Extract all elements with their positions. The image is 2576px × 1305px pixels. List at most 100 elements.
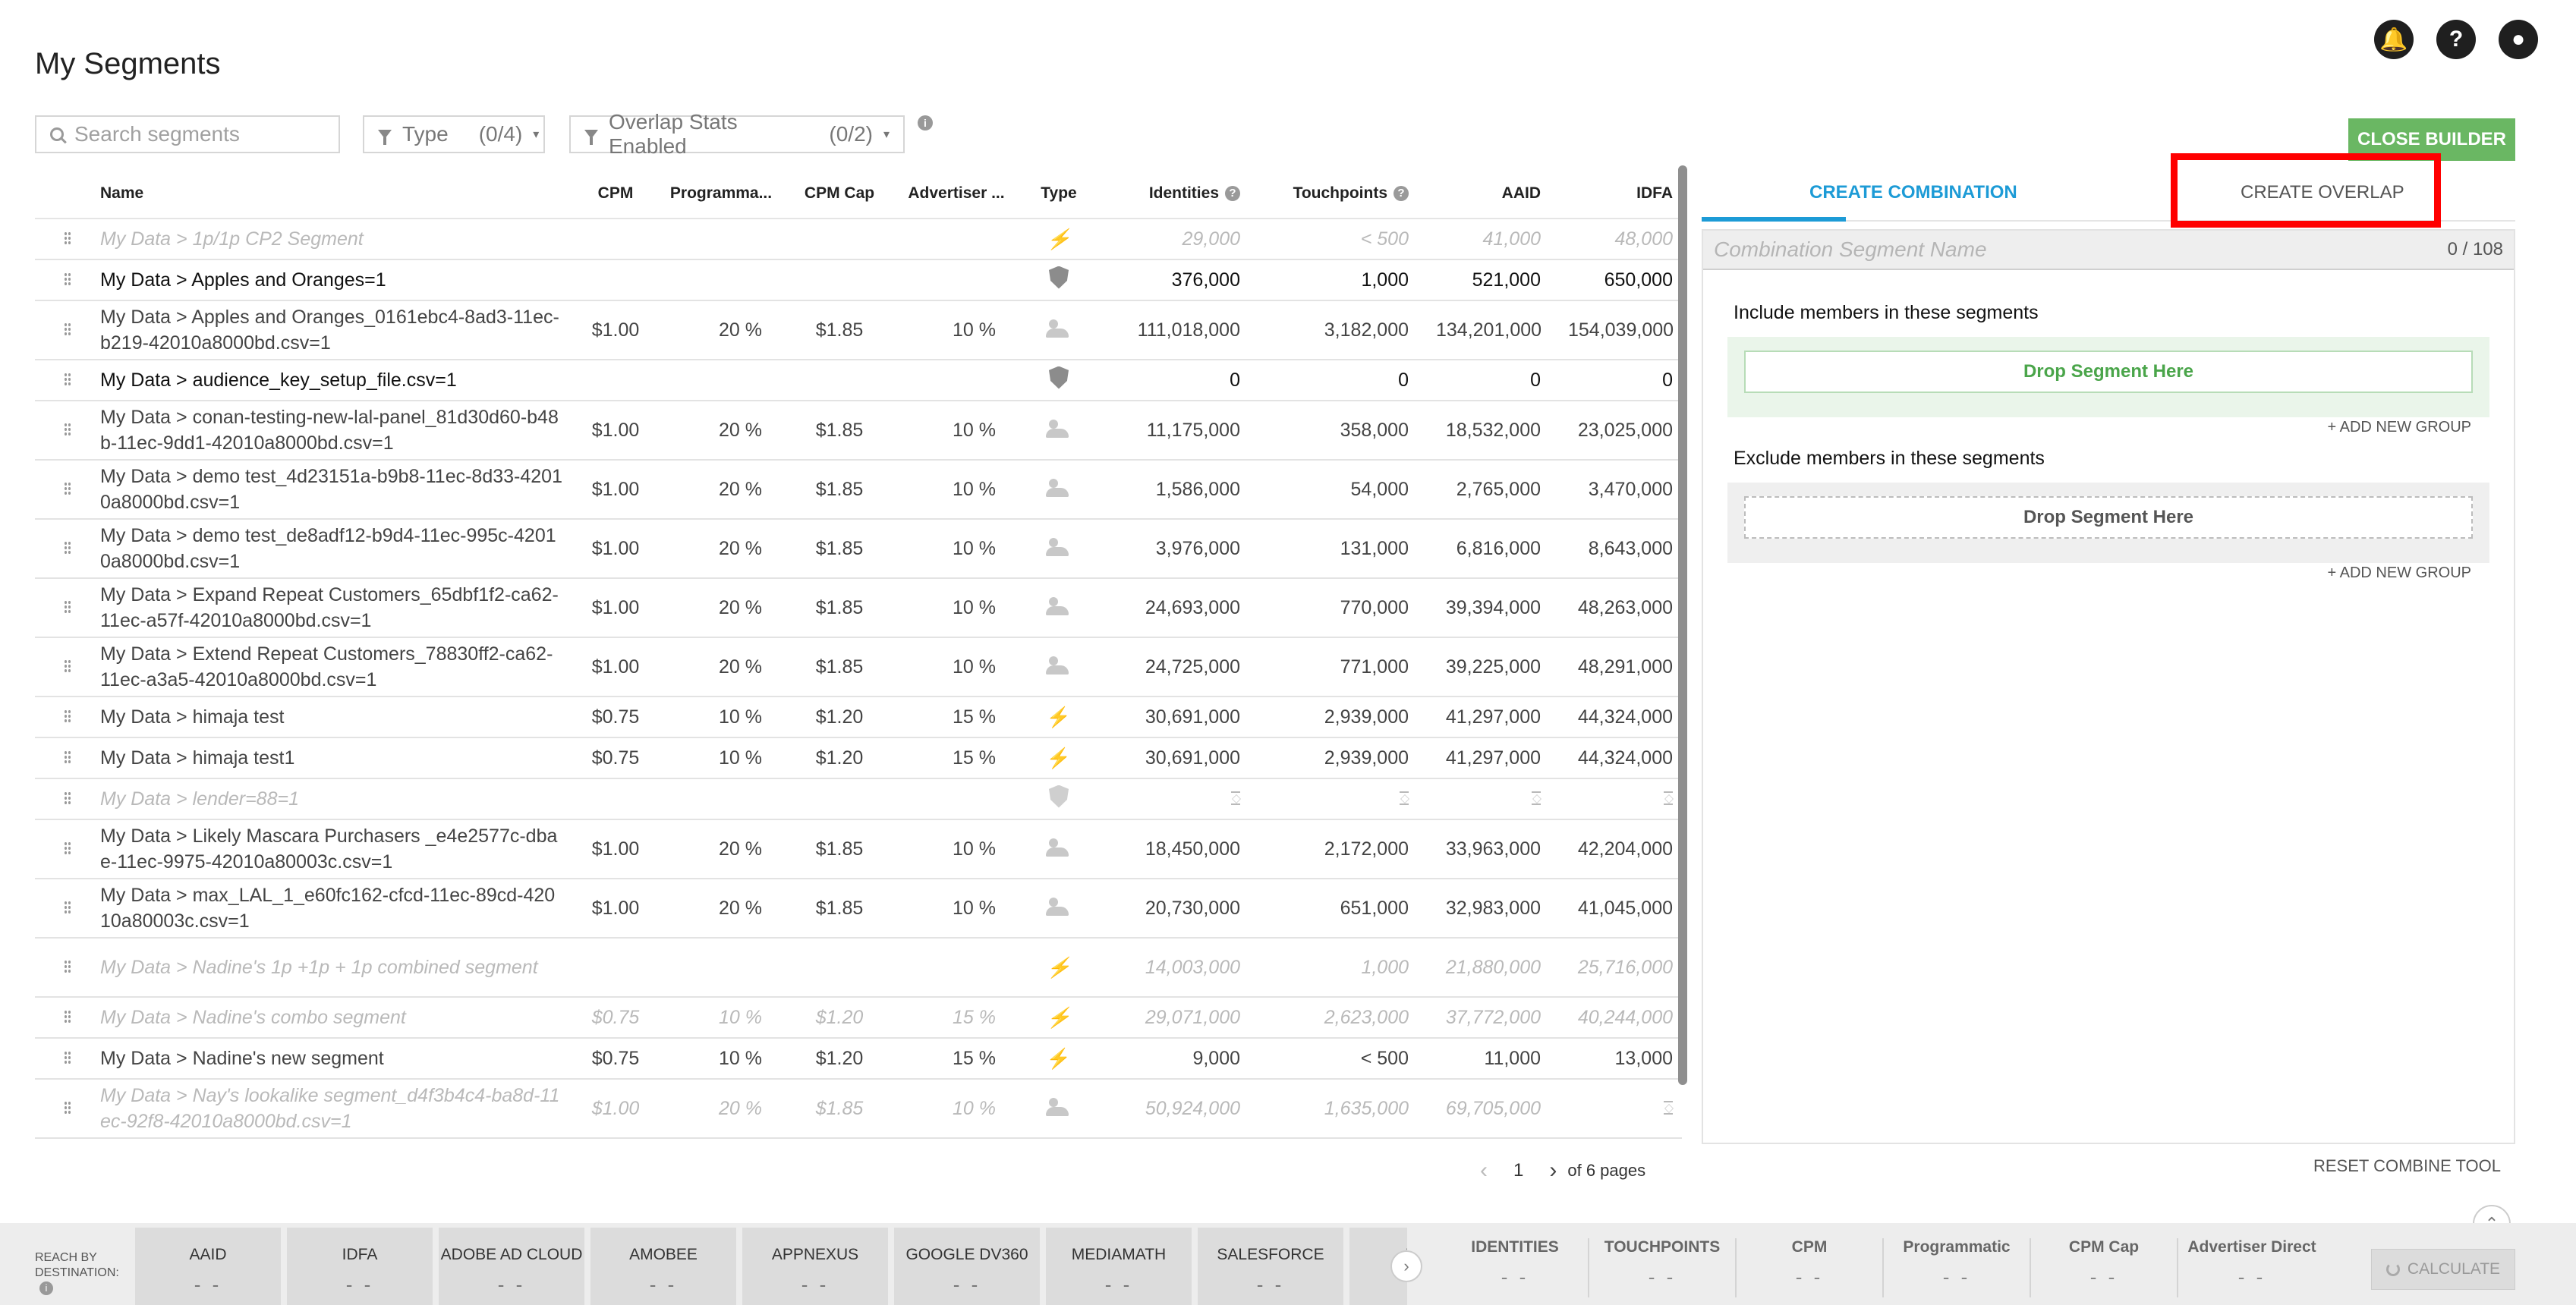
info-icon[interactable]: i xyxy=(918,115,933,130)
drag-cell[interactable] xyxy=(35,879,100,939)
destination-card[interactable]: APPNEXUS - - xyxy=(742,1228,888,1305)
col-cpm-cap[interactable]: CPM Cap xyxy=(789,168,890,219)
drag-cell[interactable] xyxy=(35,778,100,820)
info-icon[interactable]: i xyxy=(39,1281,53,1295)
drag-cell[interactable] xyxy=(35,1138,100,1147)
drag-cell[interactable] xyxy=(35,360,100,401)
tab-create-combination[interactable]: CREATE COMBINATION xyxy=(1809,182,2017,203)
table-row[interactable]: My Data > New segment implementation ses… xyxy=(35,1138,1682,1147)
table-row[interactable]: My Data > max_LAL_1_e60fc162-cfcd-11ec-8… xyxy=(35,879,1682,939)
drag-handle-icon[interactable] xyxy=(64,900,71,914)
table-row[interactable]: My Data > himaja test1 $0.75 10 % $1.20 15 %… xyxy=(35,737,1682,779)
table-row[interactable]: My Data > Apples and Oranges=1 376,000 1,0… xyxy=(35,259,1682,301)
drag-handle-icon[interactable] xyxy=(64,709,71,723)
drag-handle-icon[interactable] xyxy=(64,322,71,336)
col-advertiser[interactable]: Advertiser ... xyxy=(890,168,1023,219)
drag-cell[interactable] xyxy=(35,637,100,697)
table-row[interactable]: My Data > Likely Mascara Purchasers _e4e… xyxy=(35,819,1682,879)
col-type[interactable]: Type xyxy=(1023,168,1094,219)
help-icon[interactable]: ? xyxy=(1393,185,1409,201)
drag-handle-icon[interactable] xyxy=(64,959,71,973)
table-row[interactable]: My Data > himaja test $0.75 10 % $1.20 15 % ⚡… xyxy=(35,697,1682,738)
drag-cell[interactable] xyxy=(35,1038,100,1080)
destination-card[interactable]: ADOBE AD CLOUD - - xyxy=(439,1228,584,1305)
exclude-drop-zone[interactable]: Drop Segment Here xyxy=(1727,483,2489,563)
drag-handle-icon[interactable] xyxy=(64,791,71,805)
combination-name-input[interactable] xyxy=(1714,237,2382,262)
table-row[interactable]: My Data > Apples and Oranges_0161ebc4-8a… xyxy=(35,300,1682,360)
table-row[interactable]: My Data > Nadine's 1p +1p + 1p combined … xyxy=(35,938,1682,998)
drag-handle-icon[interactable] xyxy=(64,272,71,286)
destination-card[interactable]: GOOGLE DV360 - - xyxy=(894,1228,1040,1305)
drag-handle-icon[interactable] xyxy=(64,422,71,436)
table-row[interactable]: My Data > Nadine's new segment $0.75 10 % $… xyxy=(35,1038,1682,1080)
destination-card[interactable]: AMOBEE - - xyxy=(590,1228,736,1305)
table-row[interactable]: My Data > demo test_de8adf12-b9d4-11ec-9… xyxy=(35,519,1682,579)
col-touchpoints[interactable]: Touchpoints? xyxy=(1268,168,1436,219)
drag-cell[interactable] xyxy=(35,460,100,520)
table-row[interactable]: My Data > conan-testing-new-lal-panel_81… xyxy=(35,401,1682,461)
drag-handle-icon[interactable] xyxy=(64,481,71,495)
include-drop-target[interactable]: Drop Segment Here xyxy=(1744,351,2473,393)
page-number[interactable]: 1 xyxy=(1513,1160,1523,1181)
drag-handle-icon[interactable] xyxy=(64,659,71,673)
add-exclude-group-button[interactable]: + ADD NEW GROUP xyxy=(2328,564,2471,582)
drag-handle-icon[interactable] xyxy=(64,750,71,764)
drag-cell[interactable] xyxy=(35,578,100,638)
table-row[interactable]: My Data > Expand Repeat Customers_65dbf1… xyxy=(35,578,1682,638)
table-row[interactable]: My Data > Extend Repeat Customers_78830f… xyxy=(35,637,1682,697)
user-icon[interactable]: ● xyxy=(2499,20,2538,59)
table-row[interactable]: My Data > Nay's lookalike segment_d4f3b4… xyxy=(35,1079,1682,1139)
destination-card[interactable]: AAID - - xyxy=(135,1228,281,1305)
bell-icon[interactable]: 🔔 xyxy=(2374,20,2414,59)
drag-cell[interactable] xyxy=(35,519,100,579)
drag-handle-icon[interactable] xyxy=(64,1050,71,1064)
drag-cell[interactable] xyxy=(35,737,100,779)
drag-cell[interactable] xyxy=(35,697,100,738)
drag-cell[interactable] xyxy=(35,219,100,260)
table-row[interactable]: My Data > lender=88=1 xyxy=(35,778,1682,820)
overlap-filter[interactable]: Overlap Stats Enabled (0/2) ▾ xyxy=(569,110,905,158)
destination-card[interactable]: MEDIAMATH - - xyxy=(1046,1228,1192,1305)
col-cpm[interactable]: CPM xyxy=(578,168,653,219)
table-row[interactable]: My Data > audience_key_setup_file.csv=1 0… xyxy=(35,360,1682,401)
include-drop-zone[interactable]: Drop Segment Here xyxy=(1727,337,2489,417)
exclude-drop-target[interactable]: Drop Segment Here xyxy=(1744,496,2473,539)
next-page-icon[interactable]: › xyxy=(1549,1158,1557,1184)
col-name[interactable]: Name xyxy=(100,168,578,219)
drag-cell[interactable] xyxy=(35,401,100,461)
drag-handle-icon[interactable] xyxy=(64,231,71,245)
help-icon[interactable]: ? xyxy=(1225,185,1240,201)
drag-cell[interactable] xyxy=(35,938,100,998)
search-box[interactable] xyxy=(35,115,340,153)
table-row[interactable]: My Data > 1p/1p CP2 Segment ⚡ 29,000 < 500 4… xyxy=(35,219,1682,260)
chevron-right-icon[interactable]: › xyxy=(1390,1250,1422,1282)
type-filter[interactable]: Type (0/4) ▾ xyxy=(363,115,545,153)
col-idfa[interactable]: IDFA xyxy=(1568,168,1682,219)
prev-page-icon[interactable]: ‹ xyxy=(1480,1158,1488,1184)
col-identities[interactable]: Identities? xyxy=(1094,168,1268,219)
calculate-button[interactable]: CALCULATE xyxy=(2371,1249,2515,1290)
col-aaid[interactable]: AAID xyxy=(1436,168,1568,219)
drag-cell[interactable] xyxy=(35,259,100,301)
add-include-group-button[interactable]: + ADD NEW GROUP xyxy=(2328,419,2471,436)
drag-handle-icon[interactable] xyxy=(64,540,71,555)
destination-card[interactable]: IDFA - - xyxy=(287,1228,433,1305)
drag-handle-icon[interactable] xyxy=(64,599,71,614)
table-row[interactable]: My Data > Nadine's combo segment $0.75 10 … xyxy=(35,997,1682,1039)
help-icon[interactable]: ? xyxy=(2436,20,2476,59)
search-input[interactable] xyxy=(74,122,325,146)
drag-handle-icon[interactable] xyxy=(64,841,71,855)
col-programmatic[interactable]: Programma... xyxy=(653,168,789,219)
drag-cell[interactable] xyxy=(35,1079,100,1139)
drag-handle-icon[interactable] xyxy=(64,1009,71,1024)
drag-handle-icon[interactable] xyxy=(64,372,71,386)
table-scrollbar[interactable] xyxy=(1678,165,1687,1085)
drag-handle-icon[interactable] xyxy=(64,1100,71,1115)
drag-cell[interactable] xyxy=(35,300,100,360)
destination-card[interactable]: SALESFORCE - - xyxy=(1198,1228,1343,1305)
drag-cell[interactable] xyxy=(35,819,100,879)
table-row[interactable]: My Data > demo test_4d23151a-b9b8-11ec-8… xyxy=(35,460,1682,520)
drag-cell[interactable] xyxy=(35,997,100,1039)
reset-combine-button[interactable]: RESET COMBINE TOOL xyxy=(2313,1156,2501,1176)
